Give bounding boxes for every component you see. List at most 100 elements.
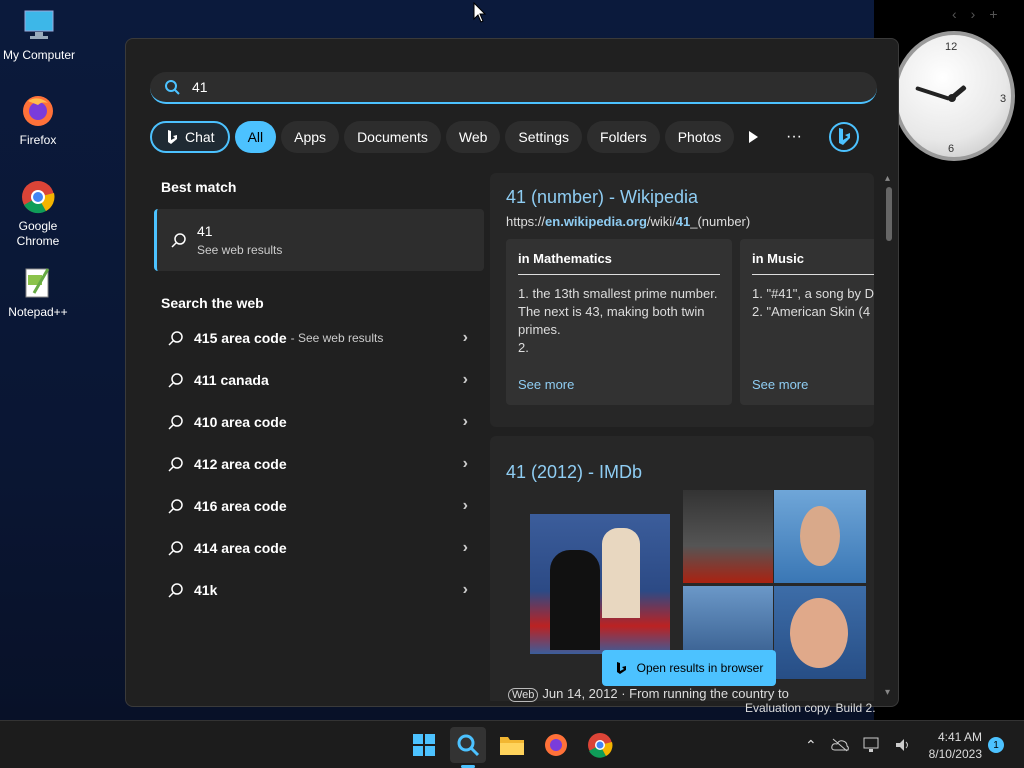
web-suggestion-row[interactable]: 410 area code › [154, 401, 484, 443]
wikipedia-card: 41 (number) - Wikipedia https://en.wikip… [490, 173, 874, 427]
bing-chat-button-icon[interactable] [828, 121, 860, 153]
taskbar-file-explorer[interactable] [494, 727, 530, 763]
taskbar-search-button[interactable] [450, 727, 486, 763]
clock-gadget[interactable]: 12 3 6 [893, 31, 1015, 161]
chevron-right-icon[interactable]: › [463, 497, 468, 515]
search-icon [168, 415, 183, 430]
fact-cards: in Mathematics 1. the 13th smallest prim… [506, 239, 874, 405]
desktop-icon-chrome[interactable]: Google Chrome [0, 179, 76, 249]
play-more-tabs-icon[interactable] [746, 130, 760, 144]
best-match-title: 41 [197, 223, 213, 239]
open-browser-label: Open results in browser [636, 661, 764, 675]
web-suggestion-row[interactable]: 416 area code › [154, 485, 484, 527]
web-suggestion-row[interactable]: 41k › [154, 569, 484, 611]
wikipedia-title-link[interactable]: 41 (number) - Wikipedia [506, 187, 858, 208]
results-left-column: Best match 41 See web results Search the… [154, 179, 484, 611]
imdb-photo-group[interactable] [683, 490, 773, 583]
bing-icon [168, 130, 177, 144]
imdb-title-link[interactable]: 41 (2012) - IMDb [506, 462, 858, 483]
bing-icon [616, 662, 626, 674]
taskbar-firefox[interactable] [538, 727, 574, 763]
scroll-up-icon[interactable]: ▴ [885, 173, 890, 184]
imdb-photo-main[interactable] [530, 514, 670, 654]
gadget-nav[interactable]: ‹›+ [952, 6, 1012, 22]
volume-icon[interactable] [895, 738, 911, 752]
web-suggestion-row[interactable]: 415 area code - See web results › [154, 317, 484, 359]
evaluation-watermark: Evaluation copy. Build 2. [745, 701, 876, 715]
hour-hand [915, 85, 951, 101]
network-icon[interactable] [863, 737, 881, 753]
clock-date-button[interactable]: 4:41 AM 8/10/2023 [924, 721, 982, 768]
imdb-photo-man[interactable] [774, 586, 866, 679]
fact-card-music: in Music 1. "#41", a song by D Band. 2. … [740, 239, 874, 405]
desktop-icon-firefox[interactable]: Firefox [0, 93, 76, 147]
chevron-right-icon[interactable]: › [463, 539, 468, 557]
chevron-up-icon[interactable]: ⌃ [805, 737, 817, 754]
notification-badge[interactable]: 1 [988, 737, 1004, 753]
fact-body: 1. the 13th smallest prime number. The n… [518, 286, 718, 355]
tab-apps[interactable]: Apps [281, 121, 340, 153]
tab-photos[interactable]: Photos [664, 121, 735, 153]
start-button[interactable] [406, 727, 442, 763]
tab-settings[interactable]: Settings [505, 121, 583, 153]
search-query[interactable]: 41 [192, 79, 208, 95]
see-more-link[interactable]: See more [518, 377, 720, 392]
suggestion-text: 410 area code [194, 414, 287, 430]
firefox-icon [20, 93, 56, 129]
imdb-photo-actor[interactable] [774, 490, 866, 583]
preview-scrollbar[interactable]: ▴ ▾ [882, 173, 896, 701]
suggestion-subtext: - See web results [290, 331, 384, 345]
windows-icon [413, 734, 435, 756]
tab-folders[interactable]: Folders [587, 121, 660, 153]
open-results-in-browser-button[interactable]: Open results in browser [602, 650, 776, 686]
search-input[interactable]: 41 [150, 72, 877, 104]
web-suggestion-row[interactable]: 414 area code › [154, 527, 484, 569]
chevron-right-icon[interactable]: › [463, 455, 468, 473]
tab-label: Settings [518, 129, 570, 145]
wikipedia-url[interactable]: https://en.wikipedia.org/wiki/41_(number… [506, 214, 858, 229]
search-panel: 41 Chat All Apps Documents Web Settings … [125, 38, 899, 707]
taskbar-time: 4:41 AM [937, 729, 982, 744]
suggestion-text: 416 area code [194, 498, 287, 514]
more-options-button[interactable]: ··· [786, 128, 802, 146]
suggestion-text: 41k [194, 582, 218, 598]
search-icon [165, 80, 180, 95]
tab-chat[interactable]: Chat [150, 121, 230, 153]
onedrive-offline-icon[interactable] [831, 738, 849, 752]
fact-card-mathematics: in Mathematics 1. the 13th smallest prim… [506, 239, 732, 405]
cursor-icon [473, 2, 487, 23]
best-match-heading: Best match [161, 179, 237, 195]
desktop-icon-notepadpp[interactable]: Notepad++ [0, 265, 76, 319]
web-suggestion-row[interactable]: 411 canada › [154, 359, 484, 401]
scroll-down-icon[interactable]: ▾ [885, 687, 890, 698]
firefox-icon [545, 734, 567, 756]
taskbar: ⌃ 4:41 AM 8/10/2023 1 [0, 720, 1024, 768]
system-tray: ⌃ [805, 721, 911, 768]
tab-all[interactable]: All [234, 121, 277, 153]
web-tag: Web [508, 688, 539, 702]
see-more-link[interactable]: See more [752, 377, 874, 392]
web-suggestion-row[interactable]: 412 area code › [154, 443, 484, 485]
tab-web[interactable]: Web [445, 121, 501, 153]
best-match-item[interactable]: 41 See web results [154, 209, 484, 271]
search-icon [168, 373, 183, 388]
chevron-right-icon[interactable]: › [463, 581, 468, 599]
chevron-right-icon[interactable]: › [463, 329, 468, 347]
computer-icon [21, 8, 57, 44]
taskbar-chrome[interactable] [582, 727, 618, 763]
clock-number-12: 12 [945, 41, 958, 53]
fact-heading: in Mathematics [518, 251, 720, 275]
filter-tabs: Chat All Apps Documents Web Settings Fol… [150, 121, 735, 153]
url-domain: en.wikipedia.org [545, 214, 647, 229]
tab-label: Documents [357, 129, 428, 145]
url-prefix: https:// [506, 214, 546, 229]
search-icon [457, 734, 480, 757]
best-match-subtitle: See web results [197, 243, 283, 257]
url-path-tail: _(number) [690, 214, 751, 229]
fact-body: 1. "#41", a song by D Band. 2. "American… [752, 286, 874, 319]
scrollbar-thumb[interactable] [886, 187, 892, 241]
chevron-right-icon[interactable]: › [463, 413, 468, 431]
desktop-icon-my-computer[interactable]: My Computer [1, 8, 77, 62]
tab-documents[interactable]: Documents [344, 121, 441, 153]
chevron-right-icon[interactable]: › [463, 371, 468, 389]
